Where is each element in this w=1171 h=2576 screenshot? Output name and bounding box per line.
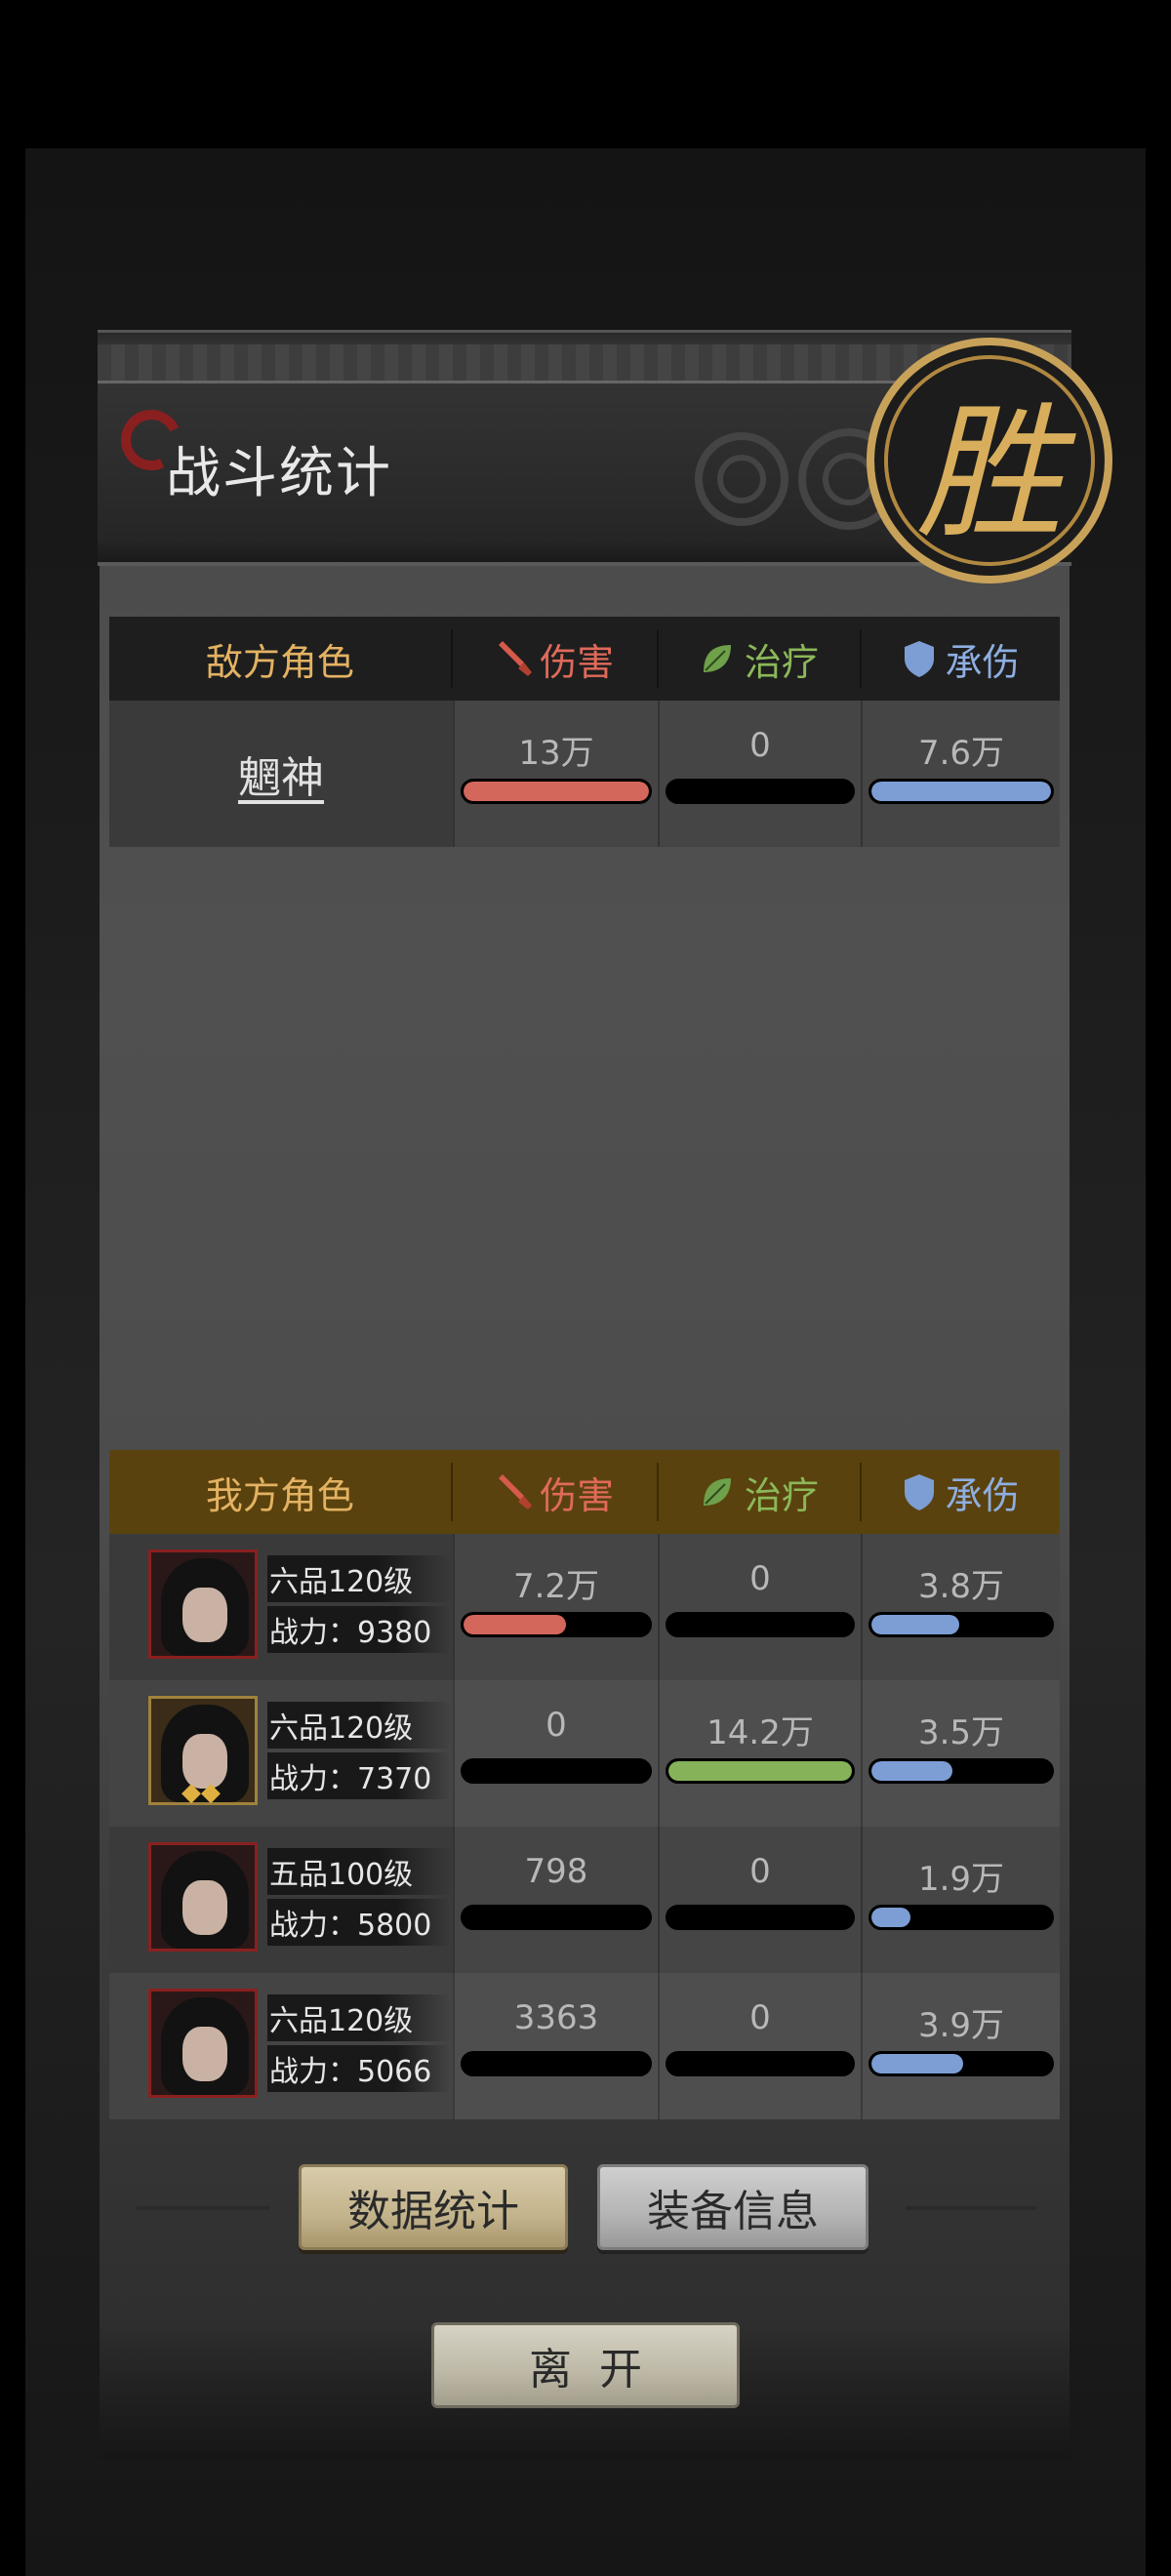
tanked-cell: 3.8万 (861, 1534, 1060, 1680)
healing-value: 14.2万 (707, 1713, 814, 1752)
healing-cell: 14.2万 (658, 1680, 861, 1827)
enemy-table-header: 敌方角色 伤害 治疗 承伤 (109, 617, 1060, 701)
damage-cell: 13万 (453, 701, 658, 847)
ally-info-cell: 六品120级 战力：5066 (109, 1973, 453, 2119)
damage-value: 798 (524, 1852, 588, 1891)
enemy-row: 魍神 13万 0 7.6万 (109, 701, 1060, 847)
healing-value: 0 (749, 1559, 771, 1598)
victory-seal-text: 胜 (915, 388, 1063, 559)
tanked-bar (868, 1612, 1054, 1637)
character-portrait[interactable] (148, 1989, 258, 2098)
enemy-name-cell: 魍神 (109, 701, 453, 847)
tanked-bar (868, 1905, 1054, 1930)
healing-value: 0 (749, 1852, 771, 1891)
healing-cell: 0 (658, 701, 861, 847)
tanked-bar (868, 2051, 1054, 2076)
ally-info-cell: ◆◆ 六品120级 战力：7370 (109, 1680, 453, 1827)
page-title: 战斗统计 (166, 442, 392, 505)
healing-value: 0 (749, 1998, 771, 2037)
enemy-heading: 敌方角色 (205, 640, 354, 684)
tanked-value: 3.9万 (917, 2006, 1005, 2045)
data-stats-tab[interactable]: 数据统计 (299, 2164, 568, 2250)
victory-seal: 胜 (867, 338, 1112, 584)
ally-row[interactable]: 五品100级 战力：5800 798 0 1.9万 (109, 1827, 1060, 1973)
damage-bar (461, 2051, 652, 2076)
tanked-value: 3.5万 (917, 1713, 1005, 1752)
healing-bar (666, 1758, 855, 1784)
character-power: 战力：9380 (267, 1606, 452, 1653)
damage-cell: 7.2万 (453, 1534, 658, 1680)
healing-cell: 0 (658, 1827, 861, 1973)
character-power: 战力：5066 (267, 2045, 452, 2092)
ally-table-header: 我方角色 伤害 治疗 承伤 (109, 1450, 1060, 1534)
ally-info-cell: 五品100级 战力：5800 (109, 1827, 453, 1973)
character-portrait[interactable] (148, 1550, 258, 1659)
divider-right (906, 2206, 1036, 2210)
tanked-bar (868, 1758, 1054, 1784)
equipment-info-tab[interactable]: 装备信息 (597, 2164, 868, 2250)
tanked-column-header: 承伤 (862, 1450, 1060, 1534)
damage-column-header: 伤害 (453, 1450, 657, 1534)
ally-info-cell: 六品120级 战力：9380 (109, 1534, 453, 1680)
tanked-cell: 3.5万 (861, 1680, 1060, 1827)
healing-column-header: 治疗 (659, 1450, 861, 1534)
damage-value: 3363 (513, 1998, 599, 2037)
tanked-cell: 7.6万 (861, 701, 1060, 847)
leave-button[interactable]: 离开 (431, 2322, 740, 2408)
enemy-name-link[interactable]: 魍神 (109, 701, 453, 847)
damage-bar (461, 779, 652, 804)
ally-row[interactable]: ◆◆ 六品120级 战力：7370 0 14.2万 3.5万 (109, 1680, 1060, 1827)
character-level: 五品100级 (267, 1848, 453, 1895)
character-power: 战力：5800 (267, 1899, 452, 1946)
damage-column-header: 伤害 (453, 617, 657, 701)
tanked-cell: 1.9万 (861, 1827, 1060, 1973)
tanked-bar (868, 779, 1054, 804)
healing-bar (666, 1905, 855, 1930)
healing-cell: 0 (658, 1973, 861, 2119)
damage-cell: 0 (453, 1680, 658, 1827)
damage-bar (461, 1612, 652, 1637)
ally-table: 我方角色 伤害 治疗 承伤 六品120级 战力：9380 7.2万 0 3.8万… (109, 1450, 1060, 2119)
sword-icon (499, 1474, 533, 1509)
ally-heading: 我方角色 (205, 1473, 354, 1517)
divider-left (137, 2206, 269, 2210)
character-portrait[interactable] (148, 1842, 258, 1952)
tanked-column-header: 承伤 (862, 617, 1060, 701)
tanked-value: 1.9万 (917, 1860, 1005, 1899)
sword-icon (499, 641, 533, 676)
ally-row[interactable]: 六品120级 战力：9380 7.2万 0 3.8万 (109, 1534, 1060, 1680)
shield-icon (904, 1474, 934, 1510)
healing-bar (666, 2051, 855, 2076)
damage-value: 0 (545, 1706, 567, 1745)
healing-column-header: 治疗 (659, 617, 861, 701)
character-level: 六品120级 (267, 1702, 453, 1749)
damage-value: 7.2万 (512, 1567, 600, 1606)
shield-icon (904, 641, 934, 677)
tanked-value: 3.8万 (917, 1567, 1005, 1606)
ally-row[interactable]: 六品120级 战力：5066 3363 0 3.9万 (109, 1973, 1060, 2119)
rank-badge-icon: ◆◆ (182, 1778, 221, 1807)
leaf-icon (703, 1478, 731, 1506)
damage-value: 13万 (518, 734, 594, 773)
tanked-value: 7.6万 (917, 734, 1005, 773)
damage-cell: 798 (453, 1827, 658, 1973)
healing-value: 0 (749, 726, 771, 765)
healing-cell: 0 (658, 1534, 861, 1680)
damage-bar (461, 1758, 652, 1784)
enemy-table: 敌方角色 伤害 治疗 承伤 魍神 13万 0 7.6万 (109, 617, 1060, 847)
healing-bar (666, 779, 855, 804)
healing-bar (666, 1612, 855, 1637)
tanked-cell: 3.9万 (861, 1973, 1060, 2119)
character-level: 六品120级 (267, 1555, 453, 1602)
damage-cell: 3363 (453, 1973, 658, 2119)
damage-bar (461, 1905, 652, 1930)
character-level: 六品120级 (267, 1994, 453, 2041)
character-power: 战力：7370 (267, 1752, 452, 1799)
leaf-icon (703, 645, 731, 672)
